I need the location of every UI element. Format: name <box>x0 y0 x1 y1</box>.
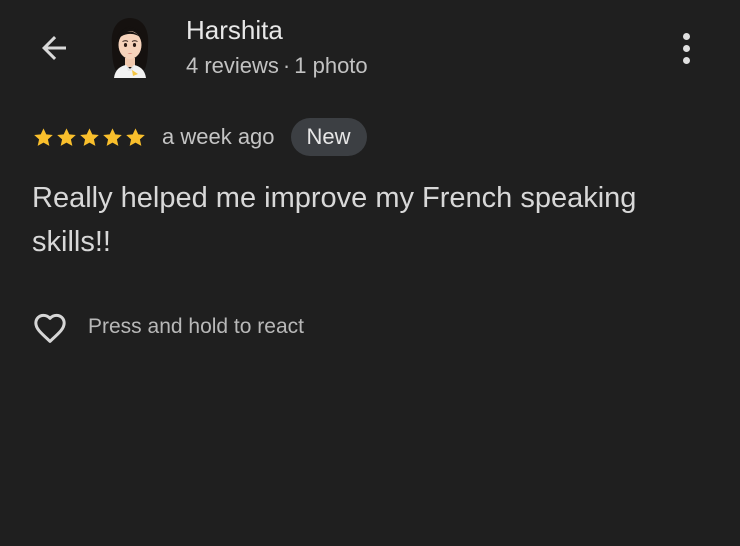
more-vertical-icon-dot <box>682 44 690 52</box>
review-detail-screen: Harshita 4 reviews · 1 photo a week ago … <box>0 0 740 546</box>
rating-row: a week ago New <box>32 118 367 156</box>
back-button[interactable] <box>28 22 80 74</box>
more-vertical-icon-dot <box>682 56 690 64</box>
more-options-button[interactable] <box>666 22 706 74</box>
review-date: a week ago <box>162 124 275 149</box>
reviewer-name[interactable]: Harshita <box>186 14 283 46</box>
star-icon <box>80 127 99 146</box>
star-icon <box>126 127 145 146</box>
star-icon <box>57 127 76 146</box>
star-rating <box>32 126 147 149</box>
photos-count: 1 photo <box>294 53 368 78</box>
reviews-count: 4 reviews <box>186 53 279 78</box>
new-badge: New <box>290 118 367 156</box>
review-text: Really helped me improve my French speak… <box>32 182 637 258</box>
star-icon <box>103 127 122 146</box>
arrow-back-icon <box>42 36 66 60</box>
more-vertical-icon <box>682 32 690 40</box>
avatar[interactable] <box>106 16 154 78</box>
user-avatar-illustration <box>111 18 149 78</box>
heart-outline-icon <box>34 313 66 343</box>
star-icon <box>34 127 53 146</box>
meta-separator: · <box>282 53 291 78</box>
react-label: Press and hold to react <box>88 315 304 338</box>
react-button[interactable]: Press and hold to react <box>30 306 304 348</box>
reviewer-meta: 4 reviews · 1 photo <box>186 52 368 80</box>
